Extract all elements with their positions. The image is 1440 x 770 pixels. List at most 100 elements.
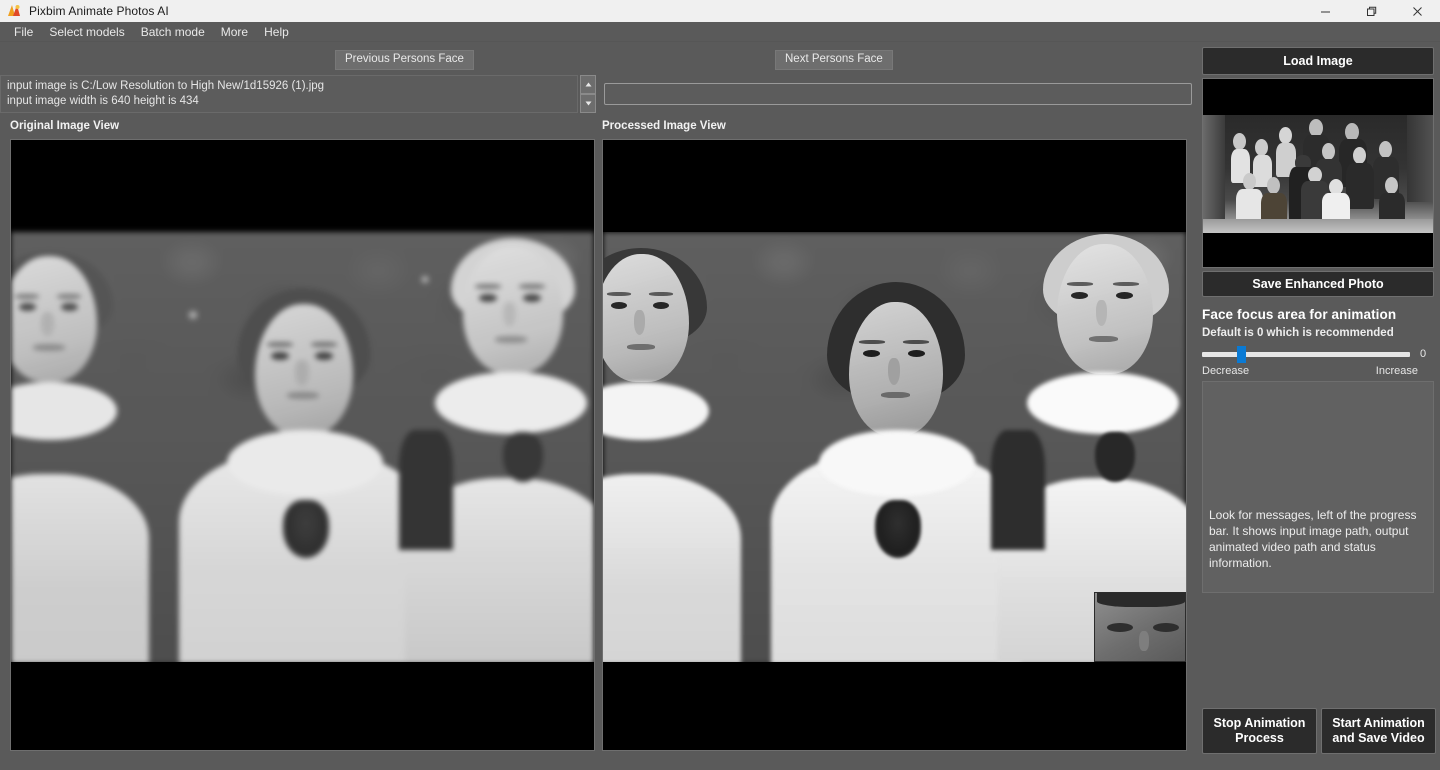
person-torso xyxy=(11,474,149,664)
face-focus-slider[interactable] xyxy=(1202,345,1410,363)
preview-head xyxy=(1267,177,1280,194)
log-line-image-dimensions: input image width is 640 height is 434 xyxy=(7,95,199,107)
next-persons-face-button[interactable]: Next Persons Face xyxy=(775,50,893,70)
status-message-box[interactable]: Look for messages, left of the progress … xyxy=(1202,381,1434,593)
person-eye xyxy=(611,302,627,309)
preview-head xyxy=(1379,141,1392,158)
start-button-line1: Start Animation xyxy=(1332,716,1425,730)
person-eye xyxy=(653,302,669,309)
menu-item-batch-mode[interactable]: Batch mode xyxy=(133,23,213,41)
background-jacket xyxy=(991,430,1045,550)
face-focus-section-subtitle: Default is 0 which is recommended xyxy=(1202,327,1394,339)
scroll-down-arrow-icon[interactable] xyxy=(580,94,596,113)
preview-wall-left xyxy=(1203,115,1225,233)
restore-icon[interactable] xyxy=(1348,0,1394,22)
image-preview-box[interactable] xyxy=(1202,78,1434,268)
letterbox-top xyxy=(11,140,594,232)
letterbox-top xyxy=(603,140,1186,232)
person-brow xyxy=(267,342,293,347)
person-center-enhanced xyxy=(771,232,1021,664)
person-eye xyxy=(479,294,497,302)
person-left xyxy=(11,232,149,664)
person-brow xyxy=(15,294,39,299)
view-labels: Original Image View Processed Image View xyxy=(0,120,1196,136)
minimize-icon[interactable] xyxy=(1302,0,1348,22)
person-eye xyxy=(61,303,78,311)
original-photo xyxy=(11,232,594,664)
info-row: input image is C:/Low Resolution to High… xyxy=(0,75,1196,115)
person-brow xyxy=(519,284,545,289)
status-strip xyxy=(0,754,1196,770)
output-path-input[interactable] xyxy=(604,83,1192,105)
person-mouth xyxy=(33,344,65,351)
menu-item-file[interactable]: File xyxy=(6,23,41,41)
person-brooch xyxy=(1095,432,1135,482)
menu-bar: File Select models Batch mode More Help xyxy=(0,22,1440,42)
inset-eye xyxy=(1107,623,1133,632)
stop-animation-process-button[interactable]: Stop Animation Process xyxy=(1202,708,1317,754)
log-line-input-path: input image is C:/Low Resolution to High… xyxy=(7,80,325,92)
person-brow xyxy=(57,294,81,299)
start-animation-and-save-video-button[interactable]: Start Animation and Save Video xyxy=(1321,708,1436,754)
title-bar: Pixbim Animate Photos AI xyxy=(0,0,1440,22)
preview-head xyxy=(1385,177,1398,194)
person-eye xyxy=(523,294,541,302)
person-left-enhanced xyxy=(603,232,741,664)
animation-buttons-row: Stop Animation Process Start Animation a… xyxy=(1202,708,1436,754)
app-body: Previous Persons Face Next Persons Face … xyxy=(0,42,1440,770)
load-image-button[interactable]: Load Image xyxy=(1202,47,1434,75)
preview-head xyxy=(1279,127,1292,144)
person-eye xyxy=(1116,292,1133,299)
person-nose xyxy=(888,358,900,385)
inset-hair xyxy=(1097,593,1185,607)
person-nose xyxy=(295,360,309,386)
sidebar: Load Image Save Enhanced Photo Face focu… xyxy=(1196,42,1440,770)
image-panes xyxy=(0,139,1196,751)
save-enhanced-photo-button[interactable]: Save Enhanced Photo xyxy=(1202,271,1434,297)
person-brow xyxy=(1113,282,1139,286)
preview-wall-right xyxy=(1407,115,1433,203)
menu-item-help[interactable]: Help xyxy=(256,23,297,41)
previous-persons-face-button[interactable]: Previous Persons Face xyxy=(335,50,474,70)
stop-button-line2: Process xyxy=(1235,731,1284,745)
letterbox-bottom xyxy=(11,662,594,750)
person-collar xyxy=(603,382,709,440)
close-icon[interactable] xyxy=(1394,0,1440,22)
person-collar xyxy=(819,430,975,496)
original-image-pane[interactable] xyxy=(10,139,595,751)
pixbim-logo-icon xyxy=(6,3,22,19)
slider-thumb[interactable] xyxy=(1237,345,1247,363)
background-jacket xyxy=(399,430,453,550)
person-nose xyxy=(41,312,54,336)
work-area: Previous Persons Face Next Persons Face … xyxy=(0,42,1196,770)
person-brow xyxy=(649,292,673,296)
person-eye xyxy=(863,350,880,357)
preview-body xyxy=(1346,163,1374,209)
person-brooch xyxy=(503,432,543,482)
processed-image-pane[interactable] xyxy=(602,139,1187,751)
window-controls xyxy=(1302,0,1440,22)
person-collar xyxy=(227,430,383,496)
preview-ground xyxy=(1203,219,1433,233)
preview-head xyxy=(1255,139,1268,156)
person-mouth xyxy=(1089,336,1118,342)
slider-increase-label: Increase xyxy=(1375,365,1418,377)
letterbox-bottom xyxy=(603,662,1186,750)
person-collar xyxy=(1027,372,1179,434)
processed-image-view-label: Processed Image View xyxy=(602,120,726,132)
scroll-up-arrow-icon[interactable] xyxy=(580,75,596,94)
person-brooch xyxy=(875,500,921,558)
status-message-text: Look for messages, left of the progress … xyxy=(1209,508,1417,570)
preview-head xyxy=(1322,143,1335,160)
person-eye xyxy=(271,352,289,360)
menu-item-select-models[interactable]: Select models xyxy=(41,23,132,41)
log-message-box[interactable]: input image is C:/Low Resolution to High… xyxy=(0,75,578,113)
log-scrollbar[interactable] xyxy=(580,75,596,113)
inset-eye xyxy=(1153,623,1179,632)
person-brow xyxy=(903,340,929,344)
person-nose xyxy=(634,310,645,335)
window-title: Pixbim Animate Photos AI xyxy=(29,4,169,18)
person-nose xyxy=(503,302,516,327)
menu-item-more[interactable]: More xyxy=(213,23,256,41)
person-nose xyxy=(1096,300,1107,326)
